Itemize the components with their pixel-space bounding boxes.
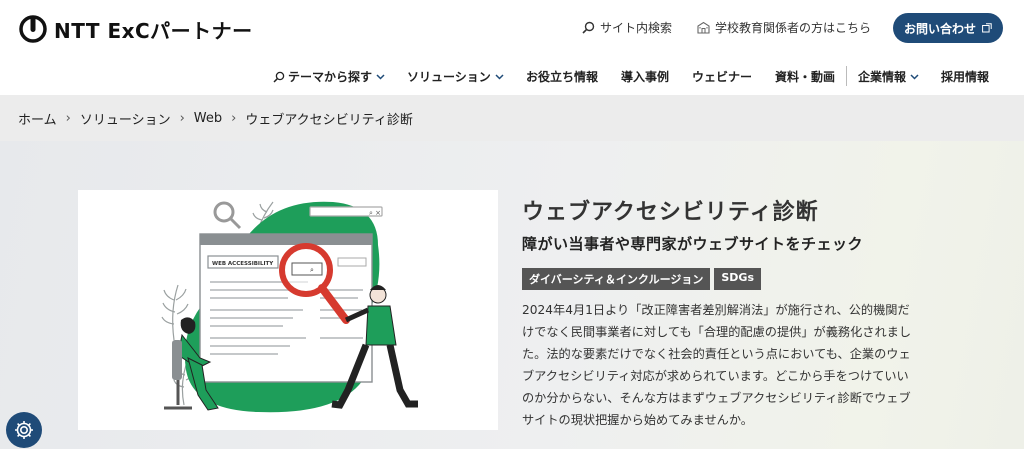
accessibility-settings-button[interactable]	[6, 412, 42, 448]
svg-text:⌕ ×: ⌕ ×	[369, 209, 381, 217]
hero-description: 2024年4月1日より「改正障害者差別解消法」が施行され、公的機関だ けでなく民…	[522, 299, 942, 431]
nav-divider	[846, 66, 847, 86]
description-line: ブアクセシビリティ対応が求められています。どこから手をつけていい	[522, 369, 909, 383]
breadcrumb-separator: ›	[65, 110, 71, 126]
breadcrumb-home[interactable]: ホーム	[18, 109, 57, 128]
school-link[interactable]: 学校教育関係者の方はこちら	[697, 19, 871, 36]
site-search-link[interactable]: サイト内検索	[582, 19, 672, 36]
search-icon	[273, 71, 285, 83]
nav-theme-label: テーマから探す	[288, 70, 373, 84]
nav-company[interactable]: 企業情報	[858, 68, 919, 85]
contact-button-label: お問い合わせ	[903, 21, 976, 36]
nav-documents-label: 資料・動画	[775, 70, 836, 84]
site-search-label: サイト内検索	[600, 21, 673, 35]
nav-useful-info[interactable]: お役立ち情報	[526, 68, 598, 85]
chevron-down-icon	[495, 73, 504, 80]
page-title: ウェブアクセシビリティ診断	[522, 200, 819, 225]
nav-documents[interactable]: 資料・動画	[775, 68, 835, 85]
logo-text: NTT ExCパートナー	[54, 18, 253, 43]
accessibility-gear-icon	[15, 421, 33, 439]
description-line: けでなく民間事業者に対しても「合理的配慮の提供」が義務化されまし	[522, 325, 912, 339]
nav-theme[interactable]: テーマから探す	[273, 68, 385, 85]
tag-diversity-inclusion[interactable]: ダイバーシティ＆インクルージョン	[522, 268, 711, 290]
nav-webinar[interactable]: ウェビナー	[692, 68, 752, 85]
ntt-logo-icon	[19, 15, 47, 43]
hero-illustration: ⌕ × WEB ACCESSIBILITY ⌕	[78, 190, 498, 430]
breadcrumb-solution[interactable]: ソリューション	[80, 109, 171, 128]
nav-case-studies[interactable]: 導入事例	[621, 68, 669, 85]
nav-careers-label: 採用情報	[941, 70, 990, 84]
breadcrumb-current: ウェブアクセシビリティ診断	[245, 112, 413, 128]
school-link-label: 学校教育関係者の方はこちら	[715, 21, 872, 35]
breadcrumb-web[interactable]: Web	[194, 111, 222, 126]
contact-button[interactable]: お問い合わせ	[893, 13, 1003, 43]
svg-text:⌕: ⌕	[310, 266, 314, 274]
tag-list: ダイバーシティ＆インクルージョン SDGs	[522, 268, 761, 290]
nav-case-studies-label: 導入事例	[621, 70, 670, 84]
nav-careers[interactable]: 採用情報	[941, 68, 989, 85]
hero-section: ⌕ × WEB ACCESSIBILITY ⌕ ウェブアクセシビリティ診断 障が…	[0, 141, 1024, 449]
description-line: 2024年4月1日より「改正障害者差別解消法」が施行され、公的機関だ	[522, 303, 910, 317]
description-line: た。法的な要素だけでなく社会的責任という点においても、企業のウェ	[522, 347, 911, 361]
breadcrumb: ホーム › ソリューション › Web › ウェブアクセシビリティ診断	[0, 95, 1024, 141]
description-line: サイトの現状把握から始めてみませんか。	[522, 413, 753, 427]
page-subtitle: 障がい当事者や専門家がウェブサイトをチェック	[522, 235, 864, 253]
nav-useful-info-label: お役立ち情報	[526, 70, 599, 84]
breadcrumb-separator: ›	[179, 110, 185, 126]
site-header: NTT ExCパートナー サイト内検索 学校教育関係者の方はこちら お問い合わせ	[0, 0, 1024, 95]
description-line: のか分からない、そんな方はまずウェブアクセシビリティ診断でウェブ	[522, 391, 911, 405]
school-icon	[697, 21, 710, 34]
nav-solution-label: ソリューション	[407, 70, 491, 84]
accessibility-check-illustration: ⌕ × WEB ACCESSIBILITY ⌕	[161, 201, 418, 413]
chevron-down-icon	[376, 73, 385, 80]
nav-webinar-label: ウェビナー	[692, 70, 753, 84]
nav-company-label: 企業情報	[858, 70, 907, 84]
nav-solution[interactable]: ソリューション	[407, 68, 504, 85]
search-icon	[582, 21, 595, 34]
tag-sdgs[interactable]: SDGs	[714, 268, 761, 290]
external-link-icon	[982, 23, 992, 33]
global-nav: テーマから探す ソリューション お役立ち情報 導入事例 ウェビナー 資料・動画 …	[0, 64, 1024, 88]
chevron-down-icon	[910, 73, 919, 80]
breadcrumb-separator: ›	[231, 110, 237, 126]
illustration-label: WEB ACCESSIBILITY	[212, 261, 274, 267]
site-logo[interactable]: NTT ExCパートナー	[18, 13, 253, 45]
